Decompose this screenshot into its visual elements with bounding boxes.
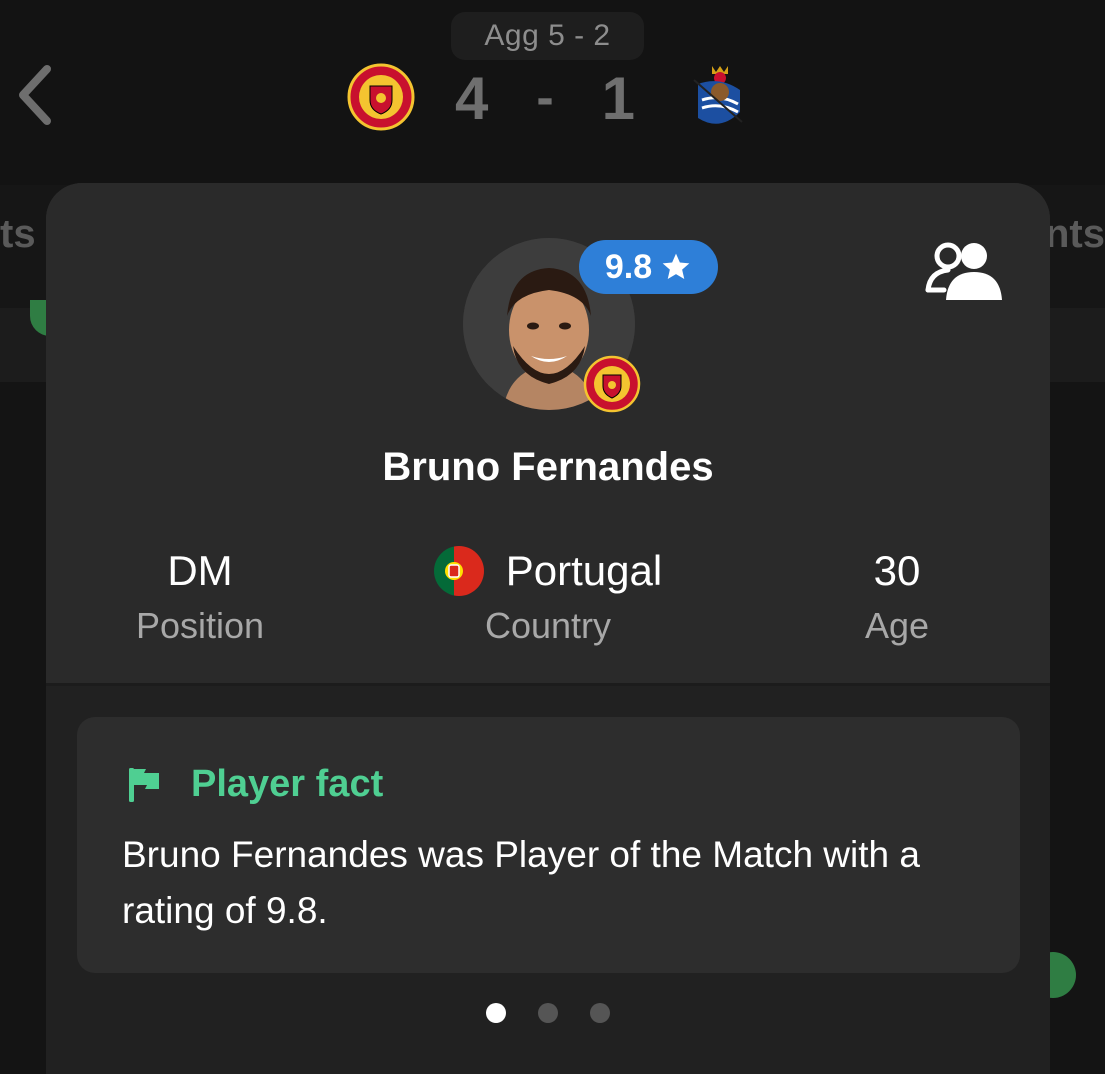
manchester-united-crest-icon: [583, 355, 641, 413]
compare-players-button[interactable]: [922, 238, 1006, 304]
country-stat[interactable]: Portugal Country: [398, 543, 698, 647]
player-rating-badge: 9.8: [579, 240, 718, 294]
age-value: 30: [873, 547, 921, 594]
background-tab-right[interactable]: nts: [1045, 212, 1105, 257]
away-score: 1: [601, 64, 635, 132]
page-indicator: [486, 1001, 610, 1025]
manchester-united-crest-icon[interactable]: [346, 62, 416, 132]
country-label: Country: [484, 605, 612, 646]
background-tab-left[interactable]: ts: [0, 212, 36, 257]
fact-title: Player fact: [191, 763, 384, 805]
player-fact-card[interactable]: Player fact Bruno Fernandes was Player o…: [77, 717, 1020, 973]
flag-icon: [129, 767, 159, 802]
position-label: Position: [135, 605, 265, 646]
position-value: DM: [167, 547, 233, 594]
fact-text: Bruno Fernandes was Player of the Match …: [122, 834, 920, 931]
real-sociedad-crest-icon[interactable]: [684, 62, 754, 132]
portugal-flag-icon: [433, 546, 484, 596]
aggregate-score: Agg 5 - 2: [451, 12, 644, 60]
fact-header: Player fact: [127, 763, 383, 806]
player-card: 9.8 Bruno Fernandes DM Position Portugal…: [46, 183, 1050, 1074]
home-score: 4: [455, 64, 489, 132]
back-button[interactable]: [10, 60, 60, 130]
age-label: Age: [864, 605, 930, 646]
position-stat: DM Position: [100, 543, 300, 647]
age-stat: 30 Age: [797, 543, 997, 647]
player-name: Bruno Fernandes: [382, 445, 714, 489]
page-dot[interactable]: [590, 1003, 610, 1023]
country-value: Portugal: [505, 547, 663, 594]
page-dot[interactable]: [538, 1003, 558, 1023]
country-value-row: Portugal: [398, 543, 698, 599]
match-screen: Agg 5 - 2 4 - 1 ts nts 9.8 Bruno Fernand…: [0, 0, 1105, 1074]
match-score: 4 - 1: [455, 58, 635, 138]
page-dot-active[interactable]: [486, 1003, 506, 1023]
player-rating: 9.8: [604, 247, 653, 286]
match-header: Agg 5 - 2 4 - 1: [0, 0, 1105, 185]
star-icon: [662, 253, 690, 279]
chevron-left-icon: [19, 65, 51, 125]
score-separator: -: [536, 69, 554, 127]
users-icon: [925, 242, 1002, 300]
